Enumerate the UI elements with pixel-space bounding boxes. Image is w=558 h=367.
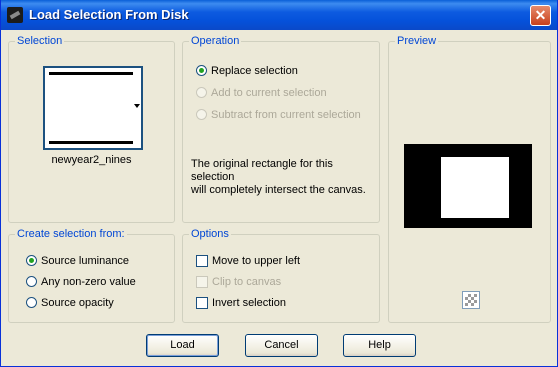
checkbox-box — [196, 255, 208, 267]
app-icon — [7, 7, 23, 23]
options-group: Options Move to upper left Clip to canva… — [182, 228, 380, 323]
radio-indicator — [196, 87, 207, 98]
selection-thumbnail-image — [49, 72, 133, 144]
chevron-down-icon[interactable] — [134, 104, 140, 108]
source-luminance-label: Source luminance — [41, 255, 130, 267]
move-to-upper-left-label: Move to upper left — [212, 255, 301, 267]
radio-indicator — [26, 297, 37, 308]
move-to-upper-left-checkbox[interactable]: Move to upper left — [196, 255, 300, 269]
options-group-label: Options — [189, 228, 231, 240]
selection-file-name: newyear2_nines — [51, 154, 132, 166]
source-luminance-radio[interactable]: Source luminance — [26, 255, 129, 269]
radio-indicator — [26, 255, 37, 266]
cancel-button[interactable]: Cancel — [245, 334, 318, 357]
subtract-from-selection-radio: Subtract from current selection — [196, 109, 361, 123]
help-button[interactable]: Help — [343, 334, 416, 357]
any-non-zero-label: Any non-zero value — [41, 276, 136, 288]
subtract-from-selection-label: Subtract from current selection — [211, 109, 361, 121]
preview-selection-rect — [441, 157, 509, 218]
close-button[interactable]: ✕ — [530, 5, 551, 26]
load-button[interactable]: Load — [146, 334, 219, 357]
operation-info-line-1: The original rectangle for this selectio… — [191, 158, 333, 183]
source-opacity-label: Source opacity — [41, 297, 114, 309]
create-selection-group: Create selection from: Source luminance … — [8, 228, 175, 323]
preview-canvas — [404, 144, 532, 228]
selection-thumbnail-picker[interactable] — [43, 66, 143, 150]
source-opacity-radio[interactable]: Source opacity — [26, 297, 114, 311]
invert-selection-label: Invert selection — [212, 297, 286, 309]
preview-group-label: Preview — [395, 35, 439, 47]
operation-group: Operation Replace selection Add to curre… — [182, 35, 380, 223]
transparency-toggle-icon[interactable] — [462, 291, 480, 309]
invert-selection-checkbox[interactable]: Invert selection — [196, 297, 286, 311]
radio-indicator — [196, 65, 207, 76]
add-to-selection-radio: Add to current selection — [196, 87, 327, 101]
add-to-selection-label: Add to current selection — [211, 87, 327, 99]
selection-group: Selection newyear2_nines — [8, 35, 175, 223]
preview-group: Preview — [388, 35, 551, 323]
checkbox-box — [196, 276, 208, 288]
dialog-window: Load Selection From Disk ✕ Selection new… — [0, 0, 558, 367]
radio-indicator — [26, 276, 37, 287]
title-bar[interactable]: Load Selection From Disk ✕ — [1, 0, 557, 30]
checkbox-box — [196, 297, 208, 309]
clip-to-canvas-checkbox: Clip to canvas — [196, 276, 281, 290]
selection-group-label: Selection — [15, 35, 65, 47]
operation-group-label: Operation — [189, 35, 242, 47]
operation-info-line-2: will completely intersect the canvas. — [191, 184, 366, 196]
replace-selection-radio[interactable]: Replace selection — [196, 65, 298, 79]
create-selection-group-label: Create selection from: — [15, 228, 127, 240]
window-title: Load Selection From Disk — [29, 7, 189, 22]
operation-info-text: The original rectangle for this selectio… — [191, 158, 379, 197]
any-non-zero-radio[interactable]: Any non-zero value — [26, 276, 136, 290]
radio-indicator — [196, 109, 207, 120]
clip-to-canvas-label: Clip to canvas — [212, 276, 282, 288]
replace-selection-label: Replace selection — [211, 65, 298, 77]
